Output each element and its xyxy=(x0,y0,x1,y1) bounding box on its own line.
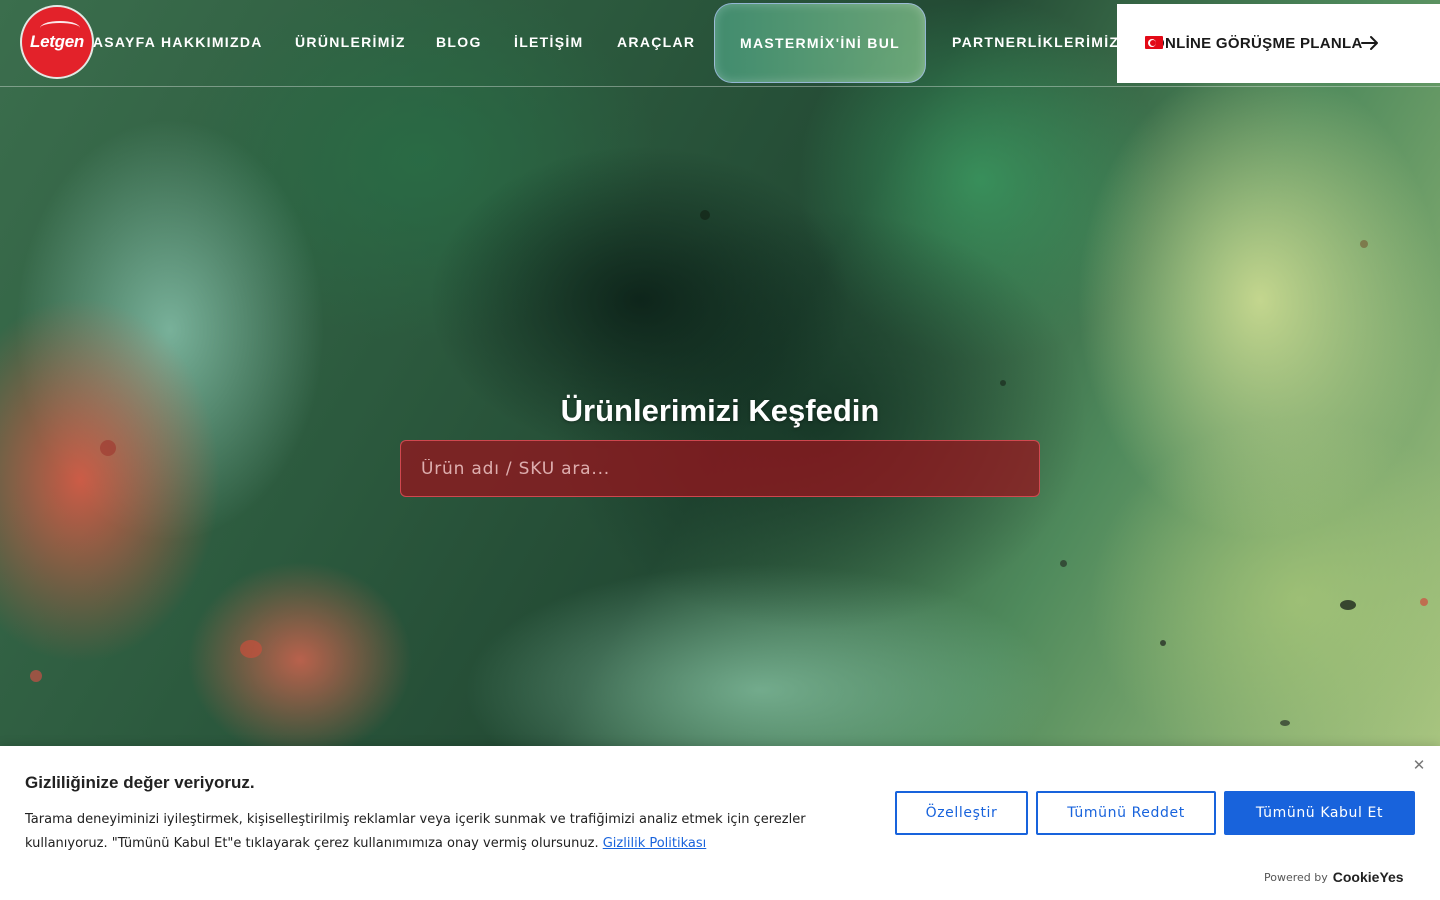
cookieyes-logo[interactable]: CookieYes xyxy=(1333,869,1404,885)
nav-about[interactable]: HAKKIMIZDA xyxy=(161,34,263,50)
turkey-flag-icon[interactable] xyxy=(1145,36,1163,49)
privacy-policy-link[interactable]: Gizlilik Politikası xyxy=(603,836,707,851)
site-header: ANASAYFA HAKKIMIZDA ÜRÜNLERİMİZ BLOG İLE… xyxy=(0,0,1440,87)
nav-contact[interactable]: İLETİŞİM xyxy=(514,34,584,50)
schedule-meeting-label: ONLİNE GÖRÜŞME PLANLA xyxy=(1153,35,1363,52)
cookie-description: Tarama deneyiminizi iyileştirmek, kişise… xyxy=(25,808,865,856)
schedule-meeting-button[interactable]: ONLİNE GÖRÜŞME PLANLA xyxy=(1117,4,1440,83)
close-icon[interactable]: ✕ xyxy=(1411,757,1427,773)
powered-by: Powered by CookieYes xyxy=(1264,869,1404,885)
letgen-logo[interactable]: Letgen xyxy=(22,7,92,77)
reject-all-button[interactable]: Tümünü Reddet xyxy=(1036,791,1216,835)
cookie-banner: Gizliliğinize değer veriyoruz. Tarama de… xyxy=(0,746,1440,900)
powered-by-label: Powered by xyxy=(1264,870,1328,884)
hero-title: Ürünlerimizi Keşfedin xyxy=(560,393,880,428)
arrow-right-icon xyxy=(1361,36,1378,50)
product-search-input[interactable] xyxy=(400,440,1040,497)
logo-swoosh-icon xyxy=(40,21,80,35)
find-mastermix-button[interactable]: MASTERMİX'İNİ BUL xyxy=(714,3,926,83)
nav-blog[interactable]: BLOG xyxy=(436,34,482,50)
cookie-title: Gizliliğinize değer veriyoruz. xyxy=(25,773,255,792)
logo-text: Letgen xyxy=(30,32,84,51)
accept-all-button[interactable]: Tümünü Kabul Et xyxy=(1224,791,1415,835)
nav-partners[interactable]: PARTNERLİKLERİMİZ xyxy=(952,34,1119,50)
customize-button[interactable]: Özelleştir xyxy=(895,791,1028,835)
nav-tools[interactable]: ARAÇLAR xyxy=(617,34,695,50)
find-mastermix-label: MASTERMİX'İNİ BUL xyxy=(740,35,900,51)
nav-products[interactable]: ÜRÜNLERİMİZ xyxy=(295,34,406,50)
